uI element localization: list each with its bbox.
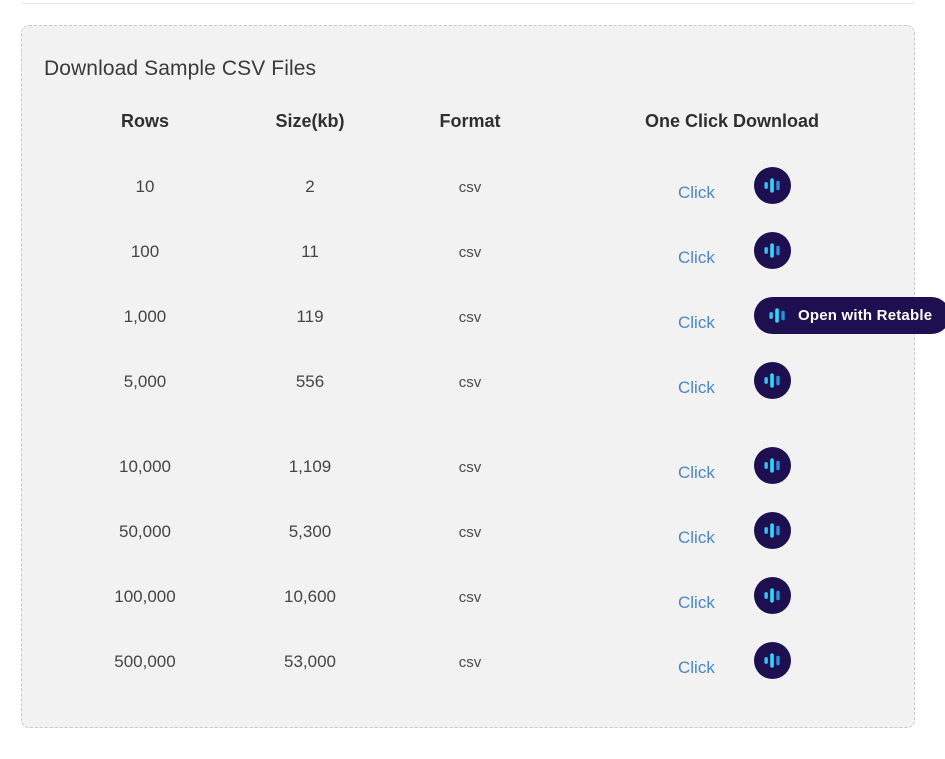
table-row: 10 2 csv Click Open with Retable xyxy=(22,161,914,226)
open-with-retable-button[interactable]: Open with Retable xyxy=(754,577,791,614)
cell-size: 10,600 xyxy=(284,587,336,606)
cell-rows: 500,000 xyxy=(114,652,176,671)
open-with-retable-button[interactable]: Open with Retable xyxy=(754,447,791,484)
bar-chart-logo-icon xyxy=(763,521,782,540)
cell-download: Click Open with Retable xyxy=(550,441,914,506)
bar-chart-logo-icon xyxy=(763,371,782,390)
bar-chart-logo-icon xyxy=(763,651,782,670)
cell-format: csv xyxy=(458,459,482,476)
click-download-link[interactable]: Click xyxy=(678,248,715,268)
open-with-retable-button[interactable]: Open with Retable xyxy=(754,642,791,679)
cell-rows: 100,000 xyxy=(114,587,176,606)
cell-download: Click Open with Retable xyxy=(550,636,914,701)
table-header-row: Rows Size(kb) Format One Click Download xyxy=(22,104,914,161)
cell-download: Click Open with Retable xyxy=(550,506,914,571)
cell-rows: 100 xyxy=(130,242,160,261)
cell-download: Click Open with Retable xyxy=(550,226,914,291)
cell-download: Click Open with Retable xyxy=(550,356,914,421)
cell-format: csv xyxy=(458,374,482,391)
cell-format: csv xyxy=(458,589,482,606)
cell-rows: 5,000 xyxy=(123,372,167,391)
cell-size: 11 xyxy=(301,242,319,261)
open-with-retable-button[interactable]: Open with Retable xyxy=(754,232,791,269)
cell-format: csv xyxy=(458,309,482,326)
column-header-format: Format xyxy=(439,111,501,131)
page-title: Download Sample CSV Files xyxy=(44,57,317,80)
click-download-link[interactable]: Click xyxy=(678,378,715,398)
table-row: 5,000 556 csv Click Open with Retable xyxy=(22,356,914,441)
bar-chart-logo-icon xyxy=(763,456,782,475)
click-download-link[interactable]: Click xyxy=(678,313,715,333)
cell-rows: 1,000 xyxy=(123,307,167,326)
cell-size: 119 xyxy=(296,307,324,326)
cell-format: csv xyxy=(458,654,482,671)
cell-format: csv xyxy=(458,179,482,196)
cell-size: 2 xyxy=(305,177,315,196)
bar-chart-logo-icon xyxy=(768,306,787,325)
click-download-link[interactable]: Click xyxy=(678,593,715,613)
cell-rows: 10,000 xyxy=(119,457,171,476)
column-header-download: One Click Download xyxy=(644,111,820,131)
cell-rows: 10 xyxy=(135,177,155,196)
table-row: 10,000 1,109 csv Click Open with Retable xyxy=(22,441,914,506)
open-with-retable-button[interactable]: Open with Retable xyxy=(754,512,791,549)
click-download-link[interactable]: Click xyxy=(678,463,715,483)
bar-chart-logo-icon xyxy=(763,241,782,260)
click-download-link[interactable]: Click xyxy=(678,183,715,203)
bar-chart-logo-icon xyxy=(763,176,782,195)
top-divider xyxy=(22,3,915,4)
table-row: 50,000 5,300 csv Click Open with Retable xyxy=(22,506,914,571)
cell-download: Click Open with Retable xyxy=(550,291,945,356)
table-row: 100 11 csv Click Open with Retable xyxy=(22,226,914,291)
open-with-retable-button[interactable]: Open with Retable xyxy=(754,362,791,399)
page-root: Download Sample CSV Files Rows Size(kb) Fo… xyxy=(0,0,945,759)
cell-size: 5,300 xyxy=(288,522,332,541)
table-row: 1,000 119 csv Click Open with Retable xyxy=(22,291,945,356)
cell-size: 1,109 xyxy=(288,457,332,476)
cell-size: 556 xyxy=(295,372,325,391)
cell-size: 53,000 xyxy=(284,652,336,671)
csv-files-table: Rows Size(kb) Format One Click Download 10 … xyxy=(22,104,945,701)
table-row: 500,000 53,000 csv Click Open with Retab… xyxy=(22,636,914,701)
column-header-rows: Rows xyxy=(120,111,169,131)
open-with-retable-label: Open with Retable xyxy=(798,307,933,324)
table-row: 100,000 10,600 csv Click Open with Retab… xyxy=(22,571,914,636)
open-with-retable-button[interactable]: Open with Retable xyxy=(754,167,791,204)
sample-csv-card: Download Sample CSV Files Rows Size(kb) Fo… xyxy=(21,25,945,728)
cell-download: Click Open with Retable xyxy=(550,161,914,226)
cell-format: csv xyxy=(458,524,482,541)
bar-chart-logo-icon xyxy=(763,586,782,605)
cell-download: Click Open with Retable xyxy=(550,571,914,636)
click-download-link[interactable]: Click xyxy=(678,658,715,678)
open-with-retable-button[interactable]: Open with Retable xyxy=(754,297,945,334)
cell-rows: 50,000 xyxy=(119,522,171,541)
cell-format: csv xyxy=(458,244,482,261)
click-download-link[interactable]: Click xyxy=(678,528,715,548)
column-header-size: Size(kb) xyxy=(275,111,345,131)
